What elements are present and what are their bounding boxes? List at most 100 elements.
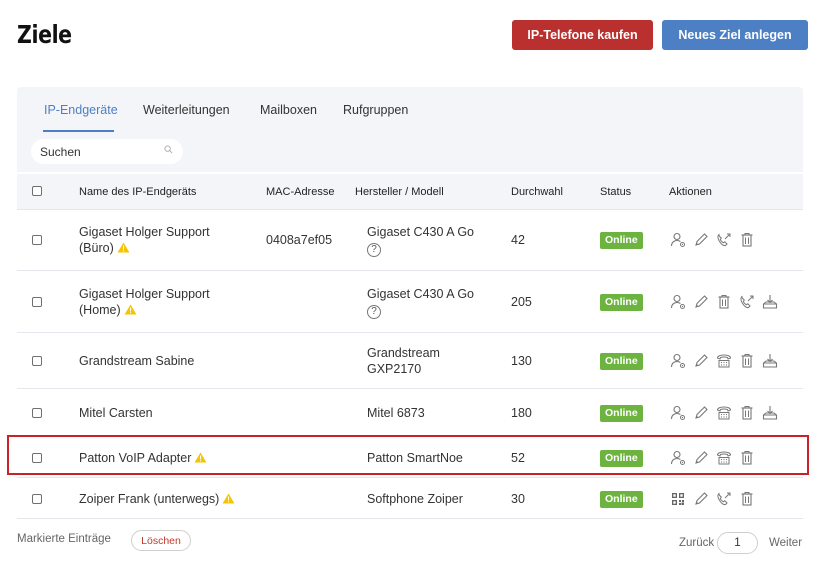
- device-name: Gigaset Holger Support: [79, 225, 210, 239]
- qr-code-icon[interactable]: [669, 490, 687, 513]
- call-forward-icon[interactable]: [738, 293, 756, 316]
- row-actions: [669, 293, 779, 316]
- row-checkbox[interactable]: [32, 235, 42, 245]
- device-name-cell[interactable]: Gigaset Holger Support (Büro): [79, 224, 210, 256]
- previous-page-link[interactable]: Zurück: [679, 537, 714, 549]
- device-name-suffix: (Büro): [79, 241, 114, 255]
- col-actions: Aktionen: [669, 186, 712, 198]
- mac-address: 0408a7ef05: [266, 233, 333, 247]
- search-row: Suchen: [17, 132, 803, 172]
- status-badge: Online: [600, 405, 643, 422]
- device-model: Grandstream: [367, 346, 440, 360]
- page-title: Ziele: [17, 20, 72, 49]
- current-page[interactable]: 1: [717, 532, 758, 554]
- device-name: Grandstream Sabine: [79, 354, 195, 368]
- model-cell: Mitel 6873: [367, 405, 425, 421]
- device-name-cell[interactable]: Grandstream Sabine: [79, 353, 194, 369]
- select-all-checkbox[interactable]: [32, 186, 42, 196]
- desk-phone-icon[interactable]: [715, 404, 733, 427]
- provision-icon[interactable]: [761, 404, 779, 427]
- col-model: Hersteller / Modell: [355, 186, 444, 198]
- extension: 205: [511, 295, 532, 309]
- row-checkbox[interactable]: [32, 493, 42, 504]
- edit-icon[interactable]: [692, 352, 710, 375]
- trash-icon[interactable]: [738, 404, 756, 427]
- device-name-cell[interactable]: Gigaset Holger Support (Home): [79, 286, 210, 318]
- device-name-cell[interactable]: Zoiper Frank (unterwegs): [79, 491, 235, 507]
- device-name: Gigaset Holger Support: [79, 287, 210, 301]
- device-model: Gigaset C430 A Go: [367, 225, 475, 239]
- provision-icon[interactable]: [761, 293, 779, 316]
- device-model: Mitel 6873: [367, 406, 425, 420]
- user-settings-icon[interactable]: [669, 293, 687, 316]
- trash-icon[interactable]: [738, 490, 756, 513]
- highlighted-row-frame: [7, 435, 809, 475]
- model-cell: Grandstream GXP2170: [367, 345, 440, 377]
- device-name: Zoiper Frank (unterwegs): [79, 491, 220, 506]
- provision-icon[interactable]: [761, 352, 779, 375]
- device-model: Softphone Zoiper: [367, 491, 463, 506]
- edit-icon[interactable]: [692, 490, 710, 513]
- table-row[interactable]: Grandstream Sabine Grandstream GXP2170 13…: [17, 333, 803, 389]
- trash-icon[interactable]: [738, 352, 756, 375]
- edit-icon[interactable]: [692, 231, 710, 254]
- help-icon[interactable]: ?: [367, 305, 381, 319]
- marked-entries-label: Markierte Einträge: [17, 533, 111, 545]
- table-row[interactable]: Mitel Carsten Mitel 6873 180 Online: [17, 389, 803, 437]
- status-badge: Online: [600, 490, 643, 508]
- col-mac: MAC-Adresse: [266, 186, 335, 198]
- extension: 180: [511, 406, 532, 420]
- trash-icon[interactable]: [715, 293, 733, 316]
- status-badge: Online: [600, 353, 643, 370]
- help-icon[interactable]: ?: [367, 243, 381, 257]
- row-checkbox[interactable]: [32, 408, 42, 418]
- extension: 42: [511, 233, 525, 247]
- search-icon: [164, 145, 173, 154]
- buy-ip-phones-button[interactable]: IP-Telefone kaufen: [512, 20, 653, 50]
- col-extension: Durchwahl: [511, 186, 563, 198]
- warning-icon: [124, 304, 137, 315]
- trash-icon[interactable]: [738, 231, 756, 254]
- call-forward-icon[interactable]: [715, 490, 733, 513]
- model-cell: Gigaset C430 A Go?: [367, 286, 474, 319]
- table-header: Name des IP-Endgeräts MAC-Adresse Herste…: [17, 174, 803, 210]
- device-model-line2: GXP2170: [367, 362, 422, 376]
- user-settings-icon[interactable]: [669, 352, 687, 375]
- device-name-cell[interactable]: Mitel Carsten: [79, 405, 153, 421]
- warning-icon: [117, 242, 130, 253]
- device-model: Gigaset C430 A Go: [367, 287, 475, 301]
- call-forward-icon[interactable]: [715, 231, 733, 254]
- edit-icon[interactable]: [692, 404, 710, 427]
- tab-ring-groups[interactable]: Rufgruppen: [343, 103, 408, 117]
- table-row[interactable]: Gigaset Holger Support (Home) Gigaset C43…: [17, 271, 803, 333]
- model-cell: Gigaset C430 A Go?: [367, 224, 474, 257]
- tab-mailboxes[interactable]: Mailboxen: [260, 103, 317, 117]
- desk-phone-icon[interactable]: [715, 352, 733, 375]
- warning-icon: [222, 492, 235, 504]
- search-input[interactable]: Suchen: [31, 139, 183, 164]
- tab-ip-devices[interactable]: IP-Endgeräte: [44, 103, 118, 117]
- device-name: Mitel Carsten: [79, 406, 153, 420]
- tab-forwarding[interactable]: Weiterleitungen: [143, 103, 230, 117]
- delete-button[interactable]: Löschen: [131, 530, 191, 551]
- extension: 30: [511, 491, 525, 506]
- col-status: Status: [600, 186, 632, 198]
- search-placeholder: Suchen: [40, 144, 81, 159]
- row-actions: [669, 404, 779, 427]
- next-page-link[interactable]: Weiter: [769, 537, 802, 549]
- model-cell: Softphone Zoiper: [367, 491, 463, 507]
- row-checkbox[interactable]: [32, 356, 42, 366]
- table-row[interactable]: Gigaset Holger Support (Büro) 0408a7ef05 …: [17, 209, 803, 271]
- user-settings-icon[interactable]: [669, 231, 687, 254]
- new-target-button[interactable]: Neues Ziel anlegen: [662, 20, 808, 50]
- row-actions: [669, 231, 756, 254]
- status-badge: Online: [600, 294, 643, 311]
- edit-icon[interactable]: [692, 293, 710, 316]
- tab-bar: IP-Endgeräte Weiterleitungen Mailboxen R…: [17, 87, 803, 132]
- col-name: Name des IP-Endgeräts: [79, 186, 197, 198]
- user-settings-icon[interactable]: [669, 404, 687, 427]
- table-row[interactable]: Zoiper Frank (unterwegs) Softphone Zoipe…: [17, 478, 803, 519]
- status-badge: Online: [600, 232, 643, 249]
- row-checkbox[interactable]: [32, 297, 42, 307]
- extension: 130: [511, 354, 532, 368]
